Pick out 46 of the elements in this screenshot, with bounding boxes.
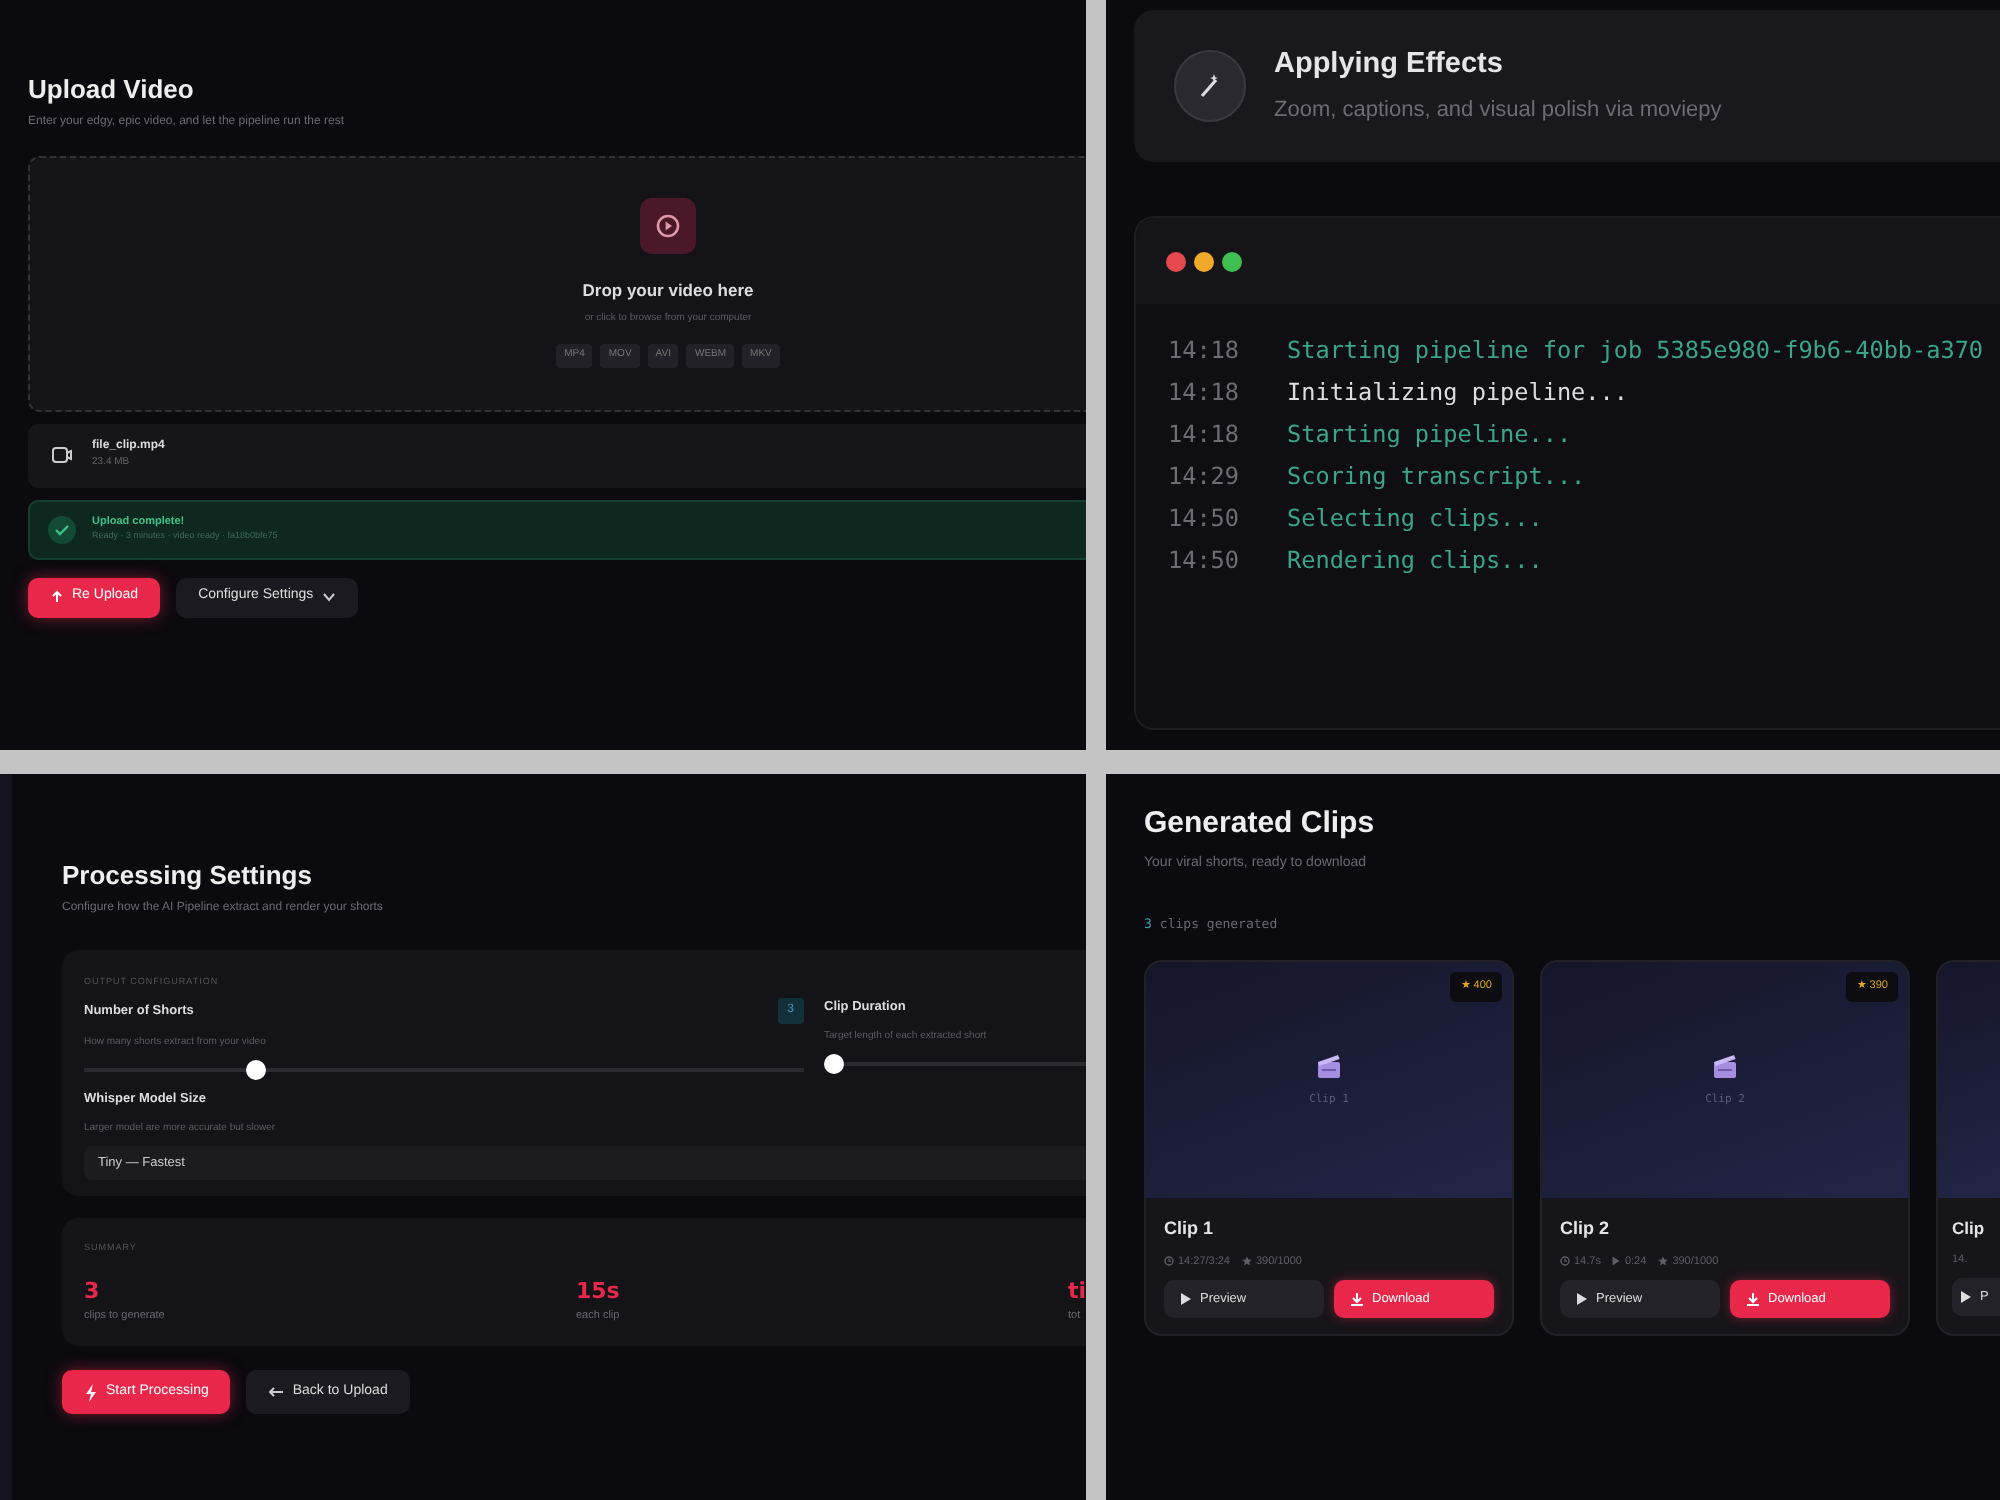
drop-title: Drop your video here [582, 278, 754, 304]
log-message: Starting pipeline... [1287, 418, 1572, 452]
log-time: 14:50 [1168, 502, 1240, 536]
log-message: Initializing pipeline... [1287, 376, 1628, 410]
star-icon [1658, 1256, 1669, 1267]
log-message: Selecting clips... [1287, 502, 1543, 536]
page-title: Processing Settings [62, 860, 314, 892]
maximize-dot [1222, 251, 1242, 271]
minimize-dot [1194, 251, 1214, 271]
download-icon [1350, 1292, 1364, 1306]
log-time: 14:18 [1168, 418, 1240, 452]
arrow-left-icon [268, 1386, 285, 1399]
step-title: Applying Effects [1274, 46, 1505, 85]
check-circle-icon [48, 515, 76, 544]
play-icon [1960, 1290, 1972, 1305]
video-file-icon [52, 446, 72, 465]
log-time: 14:18 [1168, 376, 1240, 410]
close-dot [1166, 251, 1186, 271]
chevron-down-icon [321, 592, 336, 603]
log-message: Rendering clips... [1287, 544, 1543, 578]
log-message: Starting pipeline for job 5385e980-f9b6-40bb-a370 [1287, 334, 1984, 368]
stat-value: 3 [84, 1275, 102, 1308]
play-icon [1180, 1292, 1192, 1306]
clapperboard-icon [1316, 1052, 1342, 1081]
clapperboard-icon [1712, 1052, 1738, 1081]
page-title: Generated Clips [1144, 806, 1377, 842]
star-icon [1242, 1256, 1252, 1267]
slider-thumb[interactable] [245, 1059, 265, 1080]
slider-thumb[interactable] [824, 1053, 844, 1074]
clip-title: Clip 2 [1560, 1216, 1612, 1243]
log-time: 14:18 [1168, 334, 1240, 368]
step-subtitle: Zoom, captions, and visual polish via moviepy [1274, 96, 1722, 127]
clip-title: Clip 1 [1164, 1216, 1216, 1243]
log-message: Scoring transcript... [1287, 460, 1586, 494]
clock-icon [1164, 1256, 1174, 1267]
bolt-icon [84, 1383, 98, 1402]
log-time: 14:29 [1168, 460, 1240, 494]
log-time: 14:50 [1168, 544, 1240, 578]
clock-icon [1560, 1256, 1570, 1267]
play-icon [1576, 1292, 1588, 1306]
stat-value: 15s [576, 1275, 622, 1308]
clip-title: Clip [1952, 1216, 1987, 1242]
play-icon [1612, 1256, 1621, 1267]
download-icon [1746, 1292, 1760, 1306]
stat-value: ti [1068, 1275, 1086, 1308]
page-title: Upload Video [28, 74, 196, 106]
